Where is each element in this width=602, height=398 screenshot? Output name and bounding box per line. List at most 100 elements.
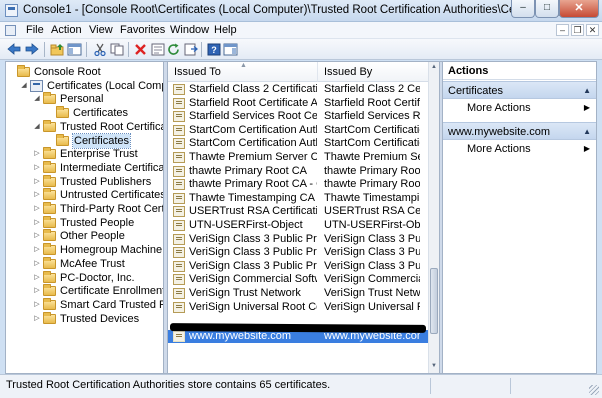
list-vertical-scrollbar[interactable]: ▲ ▼ <box>428 62 439 373</box>
tree-item[interactable]: ◢ Personal <box>6 92 163 106</box>
certificate-row[interactable]: VeriSign Class 3 Public Primary ... VeriS… <box>168 246 428 259</box>
menu-window[interactable]: Window <box>170 24 209 36</box>
menu-favorites[interactable]: Favorites <box>120 24 165 36</box>
maximize-button[interactable]: □ <box>535 0 559 18</box>
mdi-close-button[interactable]: ✕ <box>586 24 599 36</box>
collapsed-arrow-icon[interactable]: ▷ <box>33 175 41 189</box>
certificate-row[interactable]: VeriSign Commercial Software ... VeriSign… <box>168 273 428 286</box>
tree-item[interactable]: ▷ Other People <box>6 229 163 243</box>
export-list-icon[interactable] <box>183 42 198 56</box>
collapsed-arrow-icon[interactable]: ▷ <box>33 284 41 298</box>
certificate-row[interactable]: StartCom Certification Authority StartCom… <box>168 124 428 137</box>
certificate-row[interactable]: VeriSign Universal Root Certific... VeriS… <box>168 301 428 314</box>
tree-item[interactable]: ▷ Third-Party Root Certificat <box>6 202 163 216</box>
scroll-down-icon[interactable]: ▼ <box>429 361 439 372</box>
tree-item[interactable]: ◢ Certificates (Local Computer) <box>6 79 163 93</box>
refresh-icon[interactable] <box>166 42 181 56</box>
certificate-row[interactable]: UTN-USERFirst-Object UTN-USERFirst-Object <box>168 219 428 232</box>
up-folder-icon[interactable] <box>50 42 65 56</box>
collapsed-arrow-icon[interactable]: ▷ <box>33 312 41 326</box>
tree-item[interactable]: ▷ Trusted People <box>6 215 163 230</box>
tree-item[interactable]: Certificates <box>6 106 163 120</box>
certificate-row[interactable]: Thawte Premium Server CA Thawte Premium S… <box>168 151 428 164</box>
back-icon[interactable] <box>6 42 21 56</box>
show-hide-tree-icon[interactable] <box>67 42 82 56</box>
tree-item[interactable]: ▷ PC-Doctor, Inc. <box>6 270 163 285</box>
tree-item[interactable]: ◢ Trusted Root Certification <box>6 119 163 134</box>
forward-icon[interactable] <box>24 42 39 56</box>
certificate-row[interactable]: VeriSign Trust Network VeriSign Trust Net… <box>168 287 428 300</box>
column-header-issued-to[interactable]: ▲ Issued To <box>168 62 318 82</box>
tree-item[interactable]: ▷ Smart Card Trusted Roots <box>6 297 163 312</box>
properties-icon[interactable] <box>150 42 165 56</box>
certificate-row[interactable]: Thawte Timestamping CA Thawte Timestampin… <box>168 192 428 205</box>
collapsed-arrow-icon[interactable]: ▷ <box>33 229 41 243</box>
collapsed-arrow-icon[interactable]: ▷ <box>33 271 41 285</box>
menu-help[interactable]: Help <box>214 24 237 36</box>
collapsed-arrow-icon[interactable]: ▷ <box>33 216 41 230</box>
issued-to-cell: UTN-USERFirst-Object <box>189 219 303 231</box>
delete-icon[interactable] <box>133 42 148 56</box>
mdi-restore-button[interactable]: ❐ <box>571 24 584 36</box>
certificate-row[interactable]: Starfield Root Certificate Authori... Sta… <box>168 97 428 110</box>
collapsed-arrow-icon[interactable]: ▷ <box>33 243 41 257</box>
expanded-arrow-icon[interactable]: ◢ <box>20 79 28 93</box>
menu-view[interactable]: View <box>89 24 113 36</box>
issued-by-cell: thawte Primary Root CA <box>324 164 420 177</box>
certificate-row[interactable]: thawte Primary Root CA - G3 thawte Primar… <box>168 178 428 191</box>
scroll-up-icon[interactable]: ▲ <box>429 62 439 73</box>
collapsed-arrow-icon[interactable]: ▷ <box>33 257 41 271</box>
show-hide-action-pane-icon[interactable] <box>223 42 238 56</box>
certificate-icon <box>173 233 185 245</box>
copy-icon[interactable] <box>109 42 124 56</box>
menu-action[interactable]: Action <box>51 24 82 36</box>
menu-file[interactable]: File <box>26 24 44 36</box>
mdi-minimize-button[interactable]: – <box>556 24 569 36</box>
collapsed-arrow-icon[interactable]: ▷ <box>33 188 41 202</box>
tree-item[interactable]: ▷ McAfee Trust <box>6 256 163 271</box>
tree-item[interactable]: Certificates <box>6 132 163 149</box>
close-button[interactable]: ✕ <box>559 0 599 18</box>
folder-icon <box>43 215 56 228</box>
certificate-row[interactable]: VeriSign Class 3 Public Primary ... VeriS… <box>168 233 428 246</box>
tree-item[interactable]: ▷ Trusted Devices <box>6 311 163 326</box>
scroll-thumb[interactable] <box>430 268 438 334</box>
issued-by-cell: Starfield Root Certificate Au <box>324 96 420 109</box>
expanded-arrow-icon[interactable]: ◢ <box>33 120 41 134</box>
collapsed-arrow-icon[interactable]: ▷ <box>33 161 41 175</box>
document-icon[interactable] <box>5 25 16 36</box>
folder-icon <box>43 284 56 297</box>
more-actions-mywebsite[interactable]: More Actions ▶ <box>443 141 596 157</box>
more-actions-certificates[interactable]: More Actions ▶ <box>443 100 596 116</box>
certificate-row[interactable]: StartCom Certification Authorit... StartC… <box>168 137 428 150</box>
collapse-caret-icon[interactable]: ▲ <box>583 82 591 100</box>
actions-section-certificates[interactable]: Certificates ▲ <box>443 81 596 99</box>
resize-grip-icon[interactable] <box>589 385 599 395</box>
tree-item[interactable]: Console Root <box>6 65 163 79</box>
tree-item[interactable]: ▷ Untrusted Certificates <box>6 188 163 202</box>
help-icon[interactable]: ? <box>206 42 221 56</box>
issued-by-cell: Thawte Premium Server CA <box>324 151 420 163</box>
expanded-arrow-icon[interactable]: ◢ <box>33 92 41 106</box>
collapsed-arrow-icon[interactable]: ▷ <box>33 202 41 216</box>
collapsed-arrow-icon[interactable]: ▷ <box>33 147 41 161</box>
actions-section-mywebsite[interactable]: www.mywebsite.com ▲ <box>443 122 596 140</box>
certificate-row[interactable]: Starfield Class 2 Certification A... Star… <box>168 83 428 96</box>
tree-item[interactable]: ▷ Intermediate Certification A <box>6 160 163 175</box>
minimize-button[interactable]: – <box>511 0 535 18</box>
certificate-row[interactable]: VeriSign Class 3 Public Primary ... VeriS… <box>168 260 428 273</box>
tree-item[interactable]: ▷ Certificate Enrollment Requ <box>6 284 163 298</box>
collapse-caret-icon[interactable]: ▲ <box>583 123 591 141</box>
mmc-console-icon[interactable] <box>5 4 18 17</box>
tree-item[interactable]: ▷ Trusted Publishers <box>6 174 163 189</box>
issued-by-cell: VeriSign Commercial Softw <box>324 273 420 286</box>
certificate-row[interactable]: Starfield Services Root Certificat... Sta… <box>168 110 428 123</box>
certificate-row[interactable]: USERTrust RSA Certification Au... USERTru… <box>168 205 428 218</box>
certificate-row[interactable]: thawte Primary Root CA thawte Primary Roo… <box>168 165 428 178</box>
collapsed-arrow-icon[interactable]: ▷ <box>33 298 41 312</box>
column-header-issued-by[interactable]: Issued By <box>318 62 428 82</box>
certificate-icon <box>173 84 185 95</box>
tree-item[interactable]: ▷ Enterprise Trust <box>6 147 163 161</box>
cut-icon[interactable] <box>92 42 107 56</box>
tree-item[interactable]: ▷ Homegroup Machine Certi <box>6 243 163 257</box>
